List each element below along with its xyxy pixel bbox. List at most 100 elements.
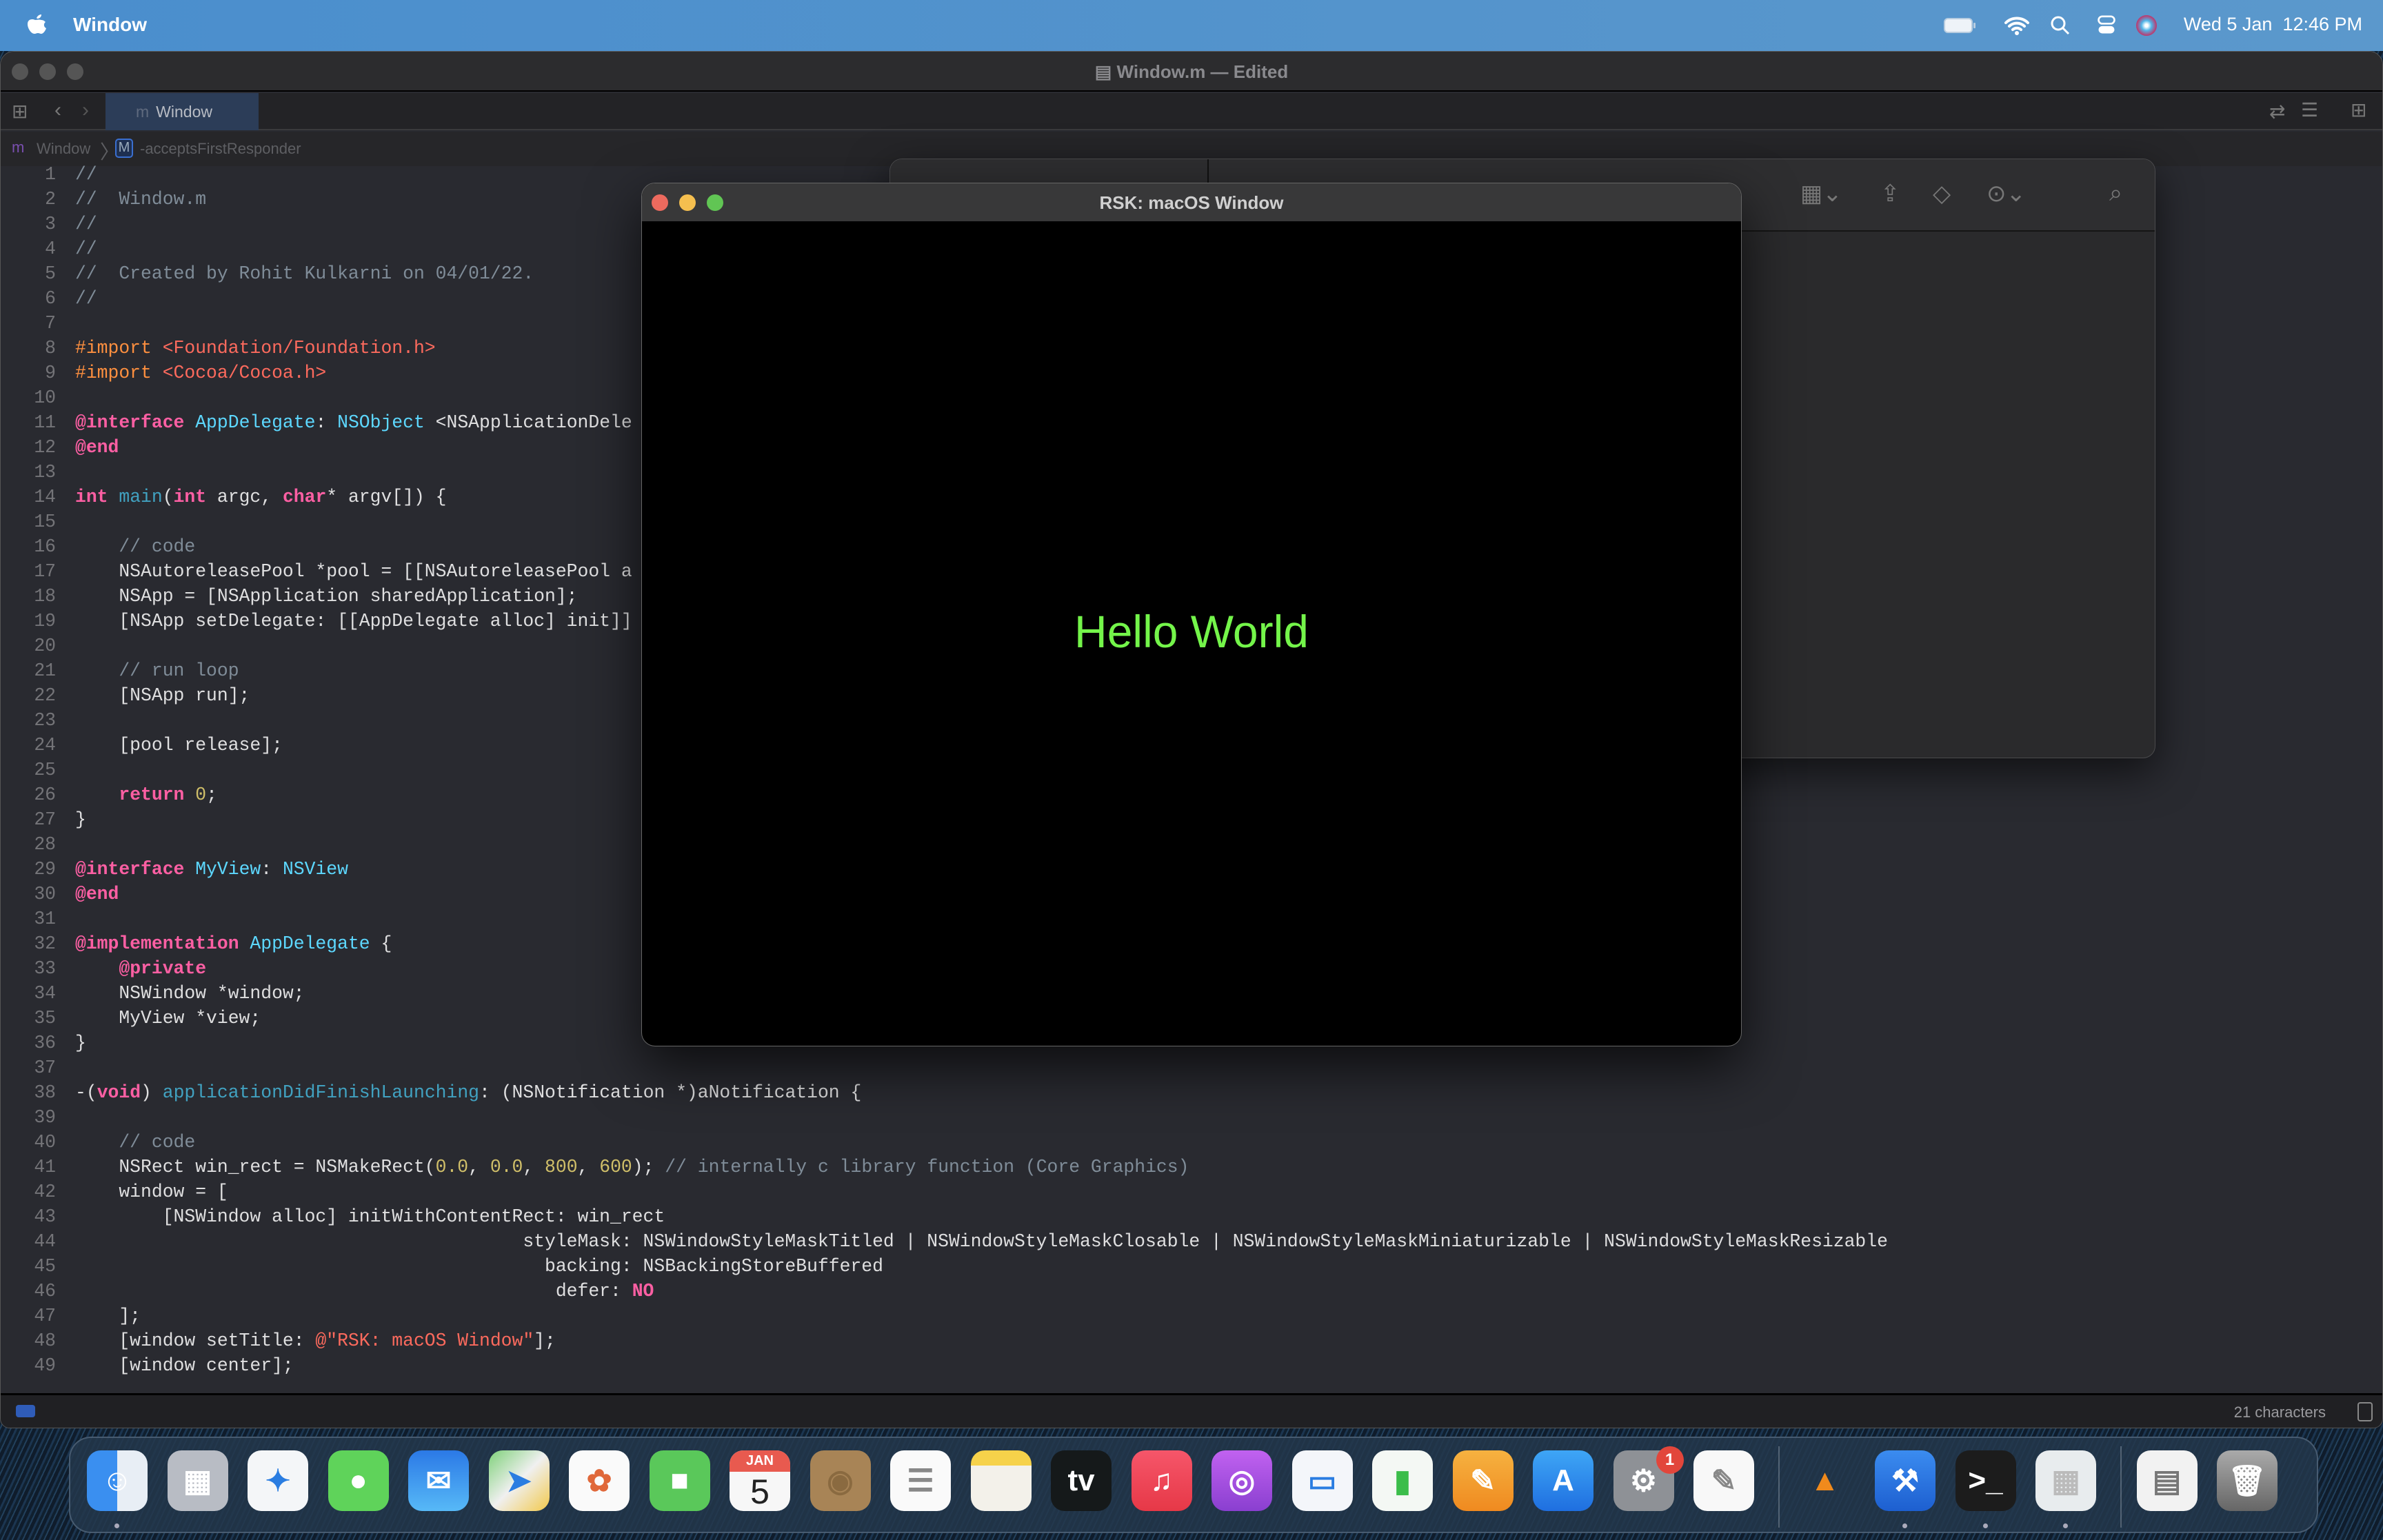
calendar-month: JAN: [730, 1450, 790, 1472]
apple-tv-icon[interactable]: tv: [1051, 1450, 1112, 1511]
app-glyph: ▲: [1809, 1463, 1840, 1497]
code-token: @"RSK: macOS Window": [315, 1330, 534, 1351]
share-icon[interactable]: ⇪: [1880, 180, 1900, 207]
forward-chevron-icon[interactable]: ›: [82, 99, 89, 122]
textedit-icon[interactable]: ✎: [1693, 1450, 1754, 1511]
battery-icon[interactable]: [1943, 15, 1978, 36]
code-line[interactable]: 43 [NSWindow alloc] initWithContentRect:…: [1, 1204, 2345, 1229]
related-items-grid-icon[interactable]: ⊞: [12, 100, 28, 123]
wifi-icon[interactable]: [2003, 15, 2031, 36]
line-number: 36: [34, 1033, 56, 1053]
pages-icon[interactable]: ✎: [1452, 1450, 1514, 1511]
line-number: 35: [34, 1008, 56, 1029]
terminal-icon[interactable]: >_: [1955, 1450, 2016, 1511]
contacts-icon[interactable]: ◉: [810, 1450, 871, 1511]
photos-icon[interactable]: ✿: [569, 1450, 630, 1511]
tab-window[interactable]: m Window: [105, 93, 259, 130]
line-number: 1: [45, 164, 56, 185]
podcasts-icon[interactable]: ◎: [1211, 1450, 1272, 1511]
xcode-icon[interactable]: ⚒: [1875, 1450, 1935, 1511]
simulator-icon[interactable]: ▦: [2035, 1450, 2096, 1511]
line-number: 41: [34, 1157, 56, 1177]
debug-area-toggle-icon[interactable]: [16, 1405, 35, 1417]
title-bar: RSK: macOS Window: [642, 183, 1741, 221]
line-number: 8: [45, 338, 56, 358]
inspector-list-icon[interactable]: ☰: [2301, 99, 2318, 121]
code-token: //: [75, 214, 97, 234]
code-text: NSWindow *window;: [75, 981, 304, 1006]
menu-bar-clock[interactable]: Wed 5 Jan 12:46 PM: [2184, 14, 2362, 35]
code-text: -(void) applicationDidFinishLaunching: (…: [75, 1080, 861, 1105]
keynote-icon[interactable]: ▭: [1291, 1450, 1353, 1511]
safari-icon[interactable]: ✦: [248, 1450, 308, 1511]
siri-icon[interactable]: [2136, 15, 2157, 36]
code-token: // code: [75, 536, 196, 557]
code-token: int: [75, 487, 108, 507]
code-token: 0: [195, 784, 207, 805]
breadcrumb-file[interactable]: Window: [37, 140, 90, 158]
code-line[interactable]: 38 -(void) applicationDidFinishLaunching:…: [1, 1080, 2345, 1105]
code-token: AppDelegate: [195, 412, 316, 433]
code-line[interactable]: 44 styleMask: NSWindowStyleMaskTitled | …: [1, 1229, 2345, 1254]
rsk-macos-window[interactable]: RSK: macOS Window Hello World: [641, 183, 1742, 1046]
code-line[interactable]: 40 // code: [1, 1130, 2345, 1155]
calendar-icon[interactable]: JAN 5: [730, 1450, 790, 1511]
code-token: }: [75, 1033, 86, 1053]
code-line[interactable]: 48 [window setTitle: @"RSK: macOS Window…: [1, 1328, 2345, 1353]
menu-bar:  Window Wed 5 Jan 12:46 PM: [0, 0, 2383, 51]
more-actions-icon[interactable]: ⊙⌄: [1987, 180, 2026, 207]
code-token: 0.0: [490, 1157, 523, 1177]
code-text: defer: NO: [75, 1279, 654, 1304]
line-number: 20: [34, 636, 56, 656]
facetime-icon[interactable]: ■: [649, 1450, 710, 1511]
app-glyph: ▦: [2051, 1463, 2080, 1498]
search-icon[interactable]: ⌕: [2109, 180, 2122, 207]
code-token: ,: [468, 1157, 490, 1177]
app-menu-title[interactable]: Window: [73, 14, 147, 36]
messages-icon[interactable]: ●: [328, 1450, 389, 1511]
vlc-icon[interactable]: ▲: [1795, 1450, 1856, 1511]
trash-icon[interactable]: 🗑: [2217, 1450, 2278, 1511]
notes-icon[interactable]: [970, 1450, 1032, 1511]
add-editor-icon[interactable]: ⊞: [2351, 99, 2366, 121]
reminders-icon[interactable]: ☰: [890, 1450, 951, 1511]
system-preferences-icon[interactable]: ⚙ 1: [1613, 1446, 1684, 1511]
numbers-icon[interactable]: ▮: [1372, 1450, 1433, 1511]
app-store-icon[interactable]: A: [1533, 1450, 1593, 1511]
control-center-icon[interactable]: [2096, 15, 2117, 36]
tag-icon[interactable]: ◇: [1933, 180, 1951, 207]
music-icon[interactable]: ♫: [1131, 1450, 1192, 1511]
code-line[interactable]: 41 NSRect win_rect = NSMakeRect(0.0, 0.0…: [1, 1155, 2345, 1179]
view-options-grid-icon[interactable]: ▦⌄: [1800, 180, 1842, 207]
code-token: : (NSNotification *)aNotification {: [479, 1082, 862, 1103]
line-number: 22: [34, 685, 56, 706]
code-token: MyView: [195, 859, 261, 880]
line-number: 4: [45, 239, 56, 259]
breadcrumb-symbol[interactable]: -acceptsFirstResponder: [140, 140, 301, 158]
code-line[interactable]: 37: [1, 1055, 2345, 1080]
spotlight-search-icon[interactable]: [2050, 15, 2071, 36]
finder-icon[interactable]: ☺: [87, 1450, 148, 1511]
code-token: applicationDidFinishLaunching: [162, 1082, 480, 1103]
debug-area-icon[interactable]: [2357, 1402, 2373, 1421]
downloads-stack-icon[interactable]: ▤: [2136, 1450, 2198, 1511]
code-line[interactable]: 46 defer: NO: [1, 1279, 2345, 1304]
mail-icon[interactable]: ✉: [408, 1450, 469, 1511]
apple-icon[interactable]: [26, 12, 47, 37]
code-token: argc,: [206, 487, 283, 507]
code-token: <Foundation/Foundation.h>: [162, 338, 436, 358]
maps-icon[interactable]: ➤: [488, 1450, 550, 1511]
back-chevron-icon[interactable]: ‹: [54, 99, 61, 122]
line-number: 16: [34, 536, 56, 557]
code-line[interactable]: 39: [1, 1105, 2345, 1130]
code-token: ): [141, 1082, 163, 1103]
app-glyph: tv: [1067, 1463, 1095, 1497]
code-line[interactable]: 42 window = [: [1, 1179, 2345, 1204]
code-line[interactable]: 47 ];: [1, 1304, 2345, 1328]
code-line[interactable]: 45 backing: NSBackingStoreBuffered: [1, 1254, 2345, 1279]
refresh-arrows-icon[interactable]: ⇄: [2269, 100, 2285, 123]
launchpad-icon[interactable]: ▦: [167, 1450, 228, 1511]
code-line[interactable]: 49 [window center];: [1, 1353, 2345, 1378]
